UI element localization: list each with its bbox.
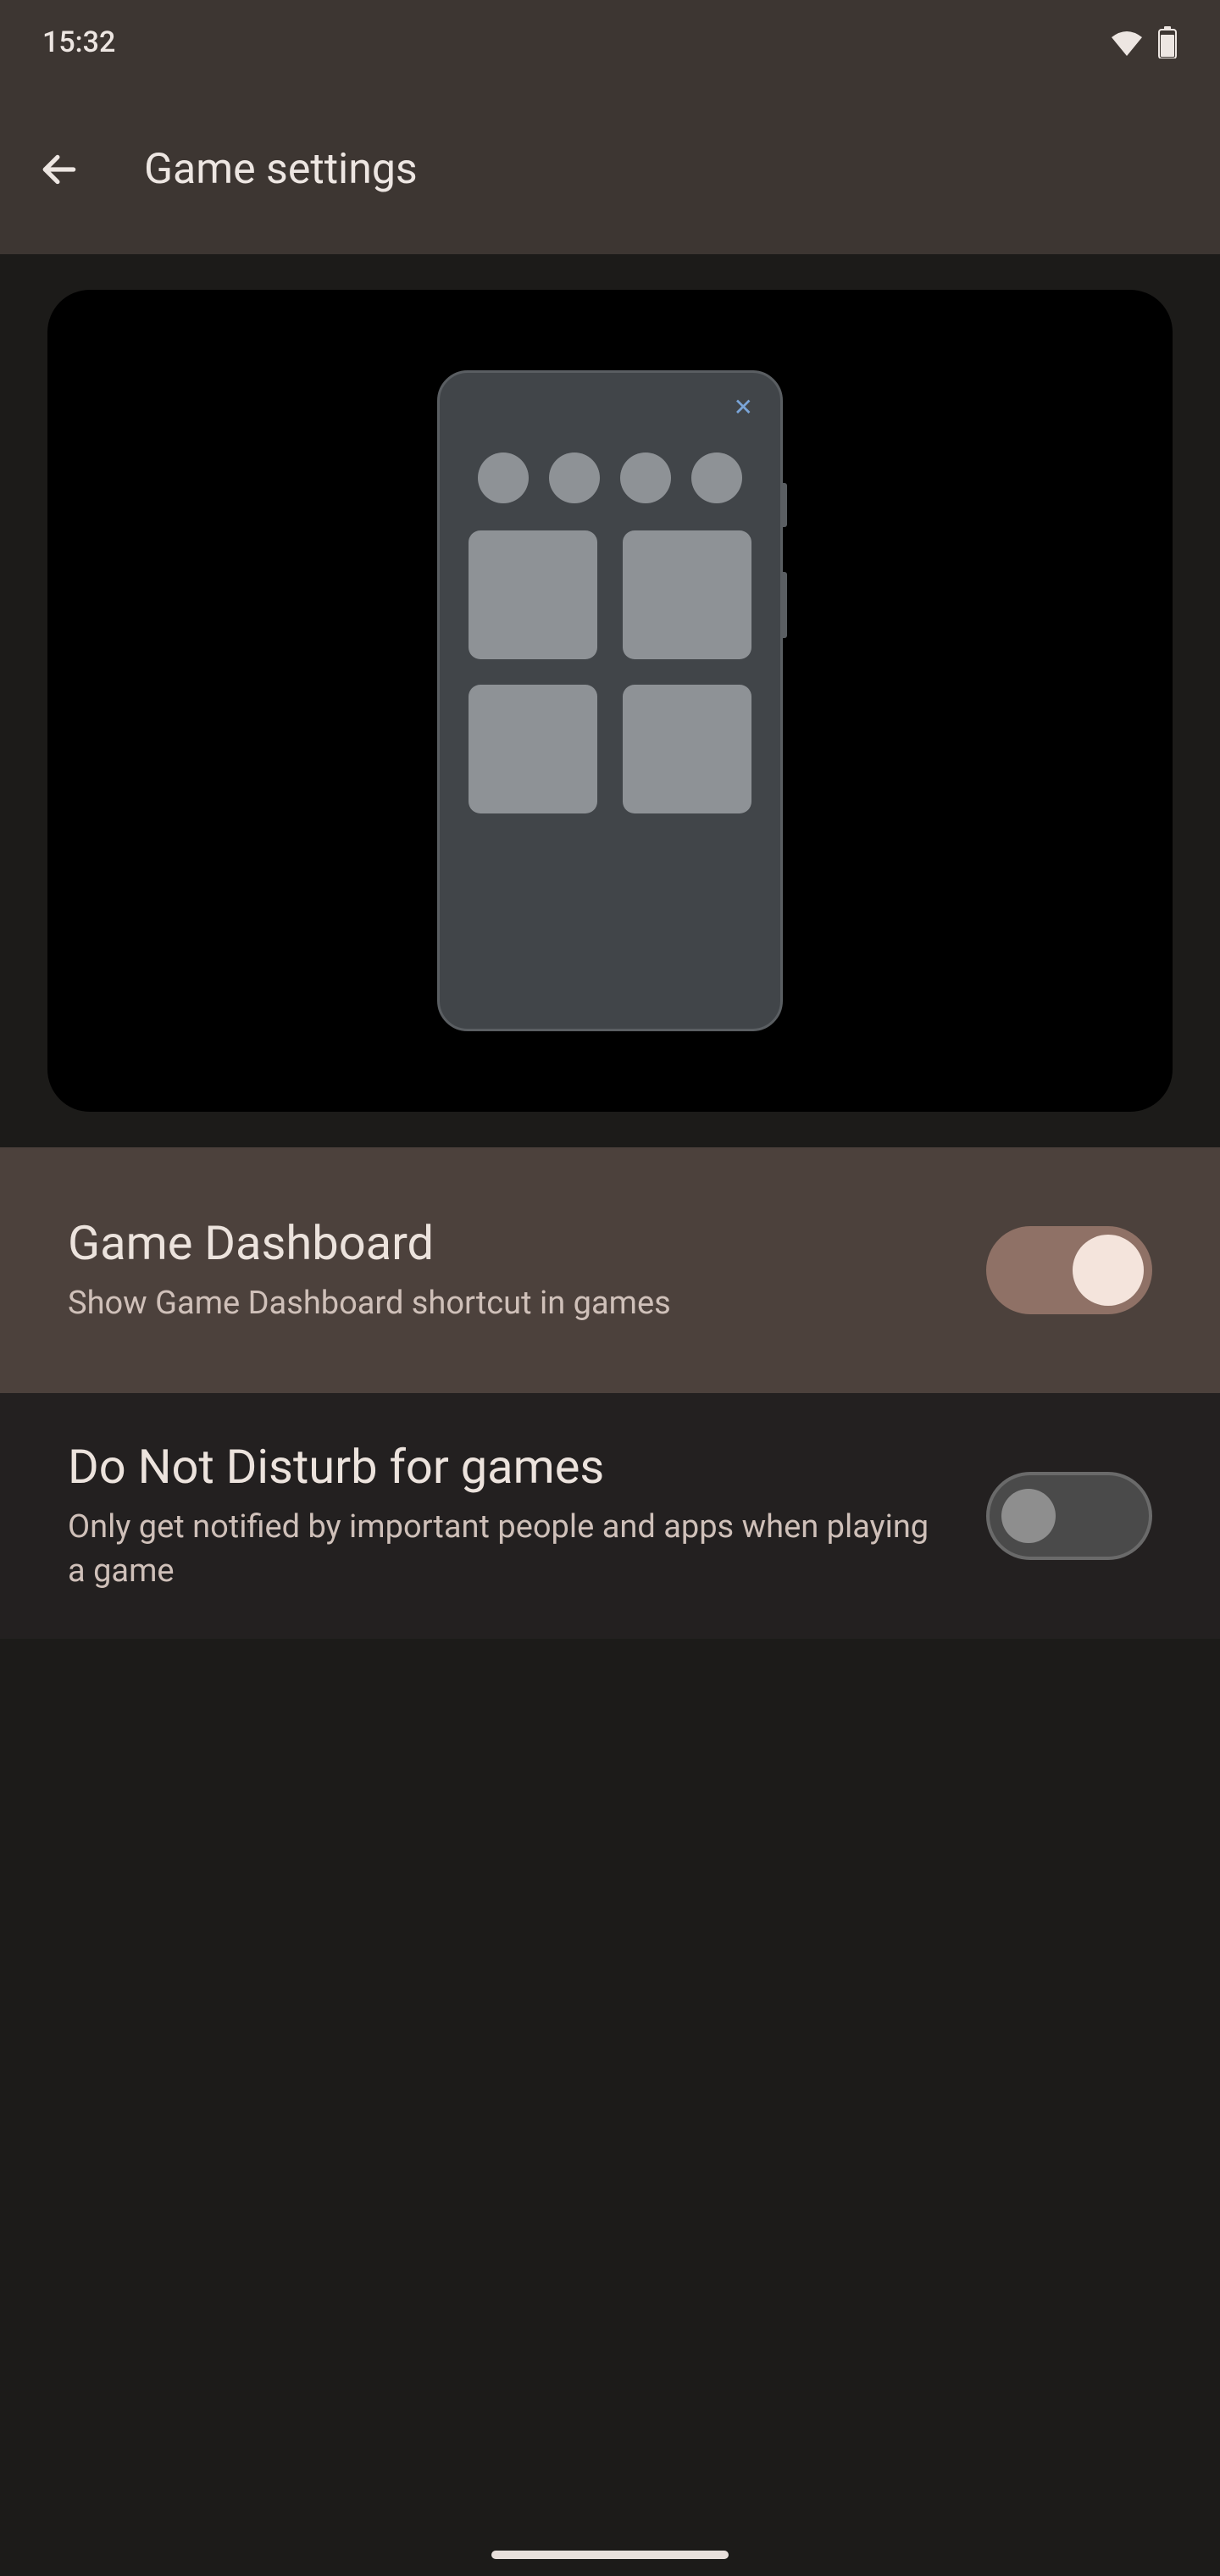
mockup-grid bbox=[460, 530, 760, 813]
mockup-circle bbox=[691, 452, 742, 503]
setting-description: Show Game Dashboard shortcut in games bbox=[68, 1282, 952, 1325]
content-area: ✕ Game Dashboard Show Game Dashboard sho… bbox=[0, 290, 1220, 1639]
mockup-circle bbox=[549, 452, 600, 503]
battery-icon bbox=[1157, 26, 1178, 58]
close-icon: ✕ bbox=[734, 393, 753, 421]
dashboard-preview: ✕ bbox=[47, 290, 1173, 1112]
status-time: 15:32 bbox=[42, 25, 115, 59]
page-title: Game settings bbox=[144, 145, 418, 194]
mockup-square bbox=[469, 530, 597, 659]
wifi-icon bbox=[1110, 29, 1144, 56]
back-button[interactable] bbox=[25, 136, 93, 203]
setting-description: Only get notified by important people an… bbox=[68, 1506, 952, 1593]
phone-side-button bbox=[780, 483, 787, 527]
toggle-thumb bbox=[1001, 1489, 1056, 1543]
setting-game-dashboard[interactable]: Game Dashboard Show Game Dashboard short… bbox=[0, 1147, 1220, 1393]
mockup-square bbox=[623, 685, 751, 813]
mockup-circles bbox=[460, 452, 760, 503]
arrow-left-icon bbox=[38, 148, 80, 191]
app-header: Game settings bbox=[0, 85, 1220, 254]
game-dashboard-toggle[interactable] bbox=[986, 1226, 1152, 1314]
setting-dnd-games[interactable]: Do Not Disturb for games Only get notifi… bbox=[0, 1393, 1220, 1639]
navigation-bar[interactable] bbox=[491, 2551, 729, 2559]
status-bar: 15:32 bbox=[0, 0, 1220, 85]
phone-mockup: ✕ bbox=[437, 370, 783, 1031]
setting-title: Game Dashboard bbox=[68, 1215, 952, 1272]
mockup-square bbox=[469, 685, 597, 813]
dnd-games-toggle[interactable] bbox=[986, 1472, 1152, 1560]
status-icons bbox=[1110, 26, 1178, 58]
mockup-circle bbox=[478, 452, 529, 503]
toggle-thumb bbox=[1073, 1235, 1144, 1306]
setting-text-block: Game Dashboard Show Game Dashboard short… bbox=[68, 1215, 952, 1325]
phone-side-button bbox=[780, 572, 787, 638]
mockup-square bbox=[623, 530, 751, 659]
setting-title: Do Not Disturb for games bbox=[68, 1439, 952, 1496]
mockup-circle bbox=[620, 452, 671, 503]
setting-text-block: Do Not Disturb for games Only get notifi… bbox=[68, 1439, 952, 1593]
